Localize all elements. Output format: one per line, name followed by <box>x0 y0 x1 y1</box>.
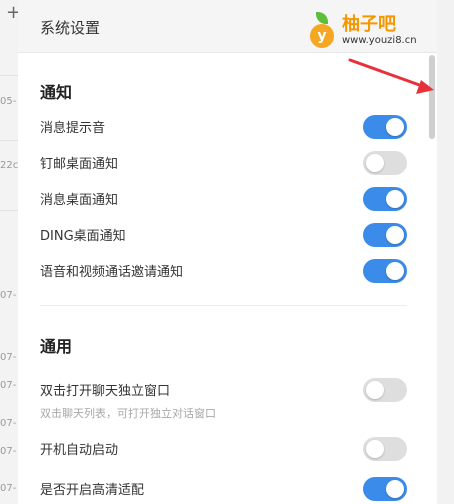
annotation-arrow-icon <box>348 58 434 94</box>
